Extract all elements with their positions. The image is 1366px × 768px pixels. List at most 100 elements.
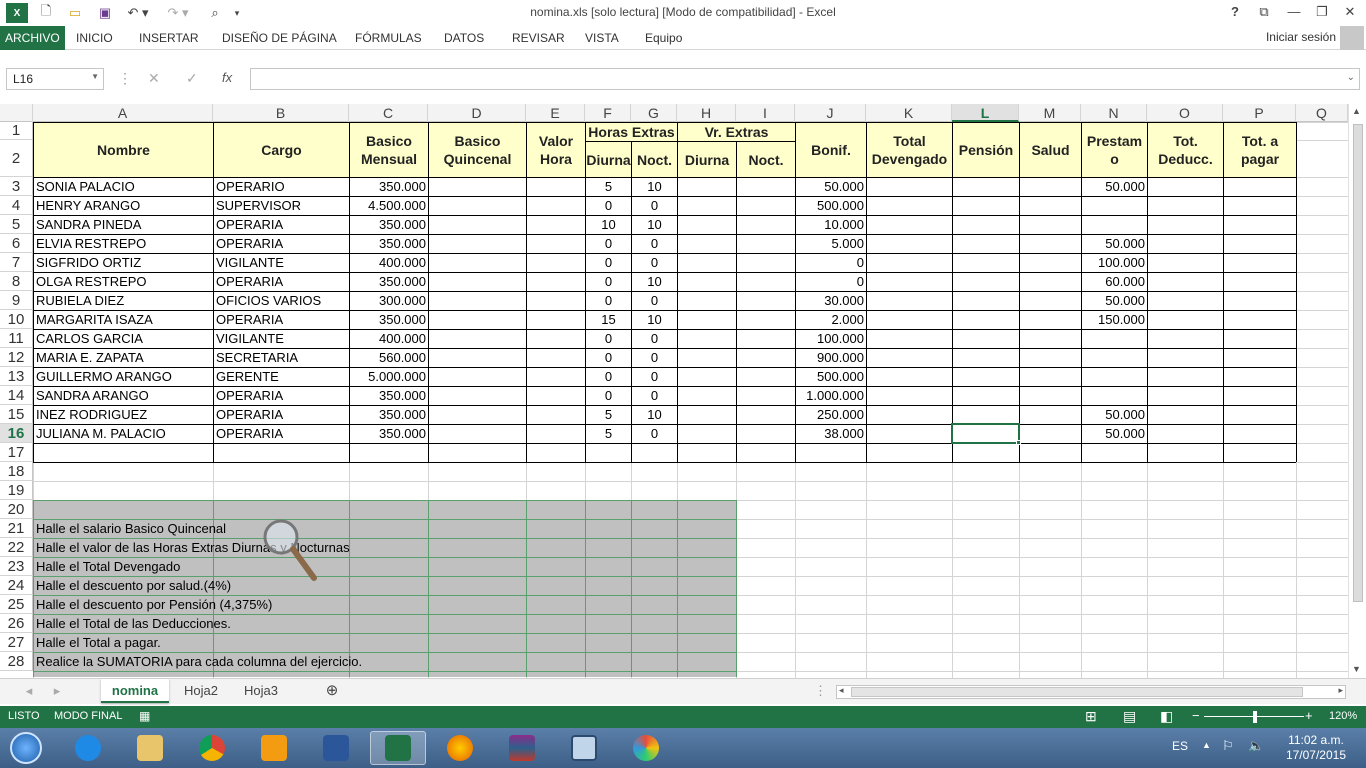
excel-icon[interactable]	[370, 731, 426, 765]
row-header-26[interactable]: 26	[0, 614, 33, 633]
row-header-14[interactable]: 14	[0, 386, 33, 405]
minimize-icon[interactable]: —	[1280, 2, 1308, 22]
column-header-i[interactable]: I	[736, 104, 795, 122]
cell-cargo[interactable]: OPERARIA	[214, 387, 349, 405]
cell-prestamo[interactable]: 50.000	[1082, 425, 1147, 443]
print-preview-icon[interactable]: ⌕	[204, 3, 226, 23]
cell-bonif[interactable]: 100.000	[796, 330, 866, 348]
insert-function-icon[interactable]: fx	[222, 70, 232, 85]
save-icon[interactable]: ▣	[94, 3, 116, 23]
cell-noct[interactable]: 0	[632, 292, 677, 310]
cell-basico[interactable]: 350.000	[350, 273, 428, 291]
prev-sheet-icon[interactable]: ◂	[22, 679, 36, 703]
cell-cargo[interactable]: OPERARIA	[214, 311, 349, 329]
cell-bonif[interactable]: 0	[796, 254, 866, 272]
column-header-n[interactable]: N	[1081, 104, 1147, 122]
tab-archivo[interactable]: ARCHIVO	[0, 26, 65, 50]
cell-diurna[interactable]: 5	[586, 178, 631, 196]
column-header-c[interactable]: C	[349, 104, 428, 122]
row-header-3[interactable]: 3	[0, 177, 33, 196]
signin-link[interactable]: Iniciar sesión	[1266, 30, 1336, 44]
cell-nombre[interactable]: RUBIELA DIEZ	[34, 292, 213, 310]
row-header-19[interactable]: 19	[0, 481, 33, 500]
cell-basico[interactable]: 350.000	[350, 425, 428, 443]
cell-cargo[interactable]: OPERARIA	[214, 216, 349, 234]
cell-basico[interactable]: 350.000	[350, 406, 428, 424]
cell-nombre[interactable]: MARGARITA ISAZA	[34, 311, 213, 329]
row-header-20[interactable]: 20	[0, 500, 33, 519]
column-header-b[interactable]: B	[213, 104, 349, 122]
row-header-27[interactable]: 27	[0, 633, 33, 652]
add-sheet-icon[interactable]: ⊕	[322, 679, 342, 703]
row-header-22[interactable]: 22	[0, 538, 33, 557]
cell-bonif[interactable]: 50.000	[796, 178, 866, 196]
scroll-thumb[interactable]	[851, 687, 1303, 697]
cell-noct[interactable]: 0	[632, 349, 677, 367]
selected-cell-l16[interactable]	[951, 423, 1020, 444]
cell-basico[interactable]: 5.000.000	[350, 368, 428, 386]
media-player-icon[interactable]	[246, 731, 302, 765]
next-sheet-icon[interactable]: ▸	[50, 679, 64, 703]
language-indicator[interactable]: ES	[1172, 739, 1188, 753]
expand-formula-icon[interactable]: ⌄	[1347, 72, 1355, 83]
column-header-e[interactable]: E	[526, 104, 585, 122]
customize-toolbar-icon[interactable]: ▾	[230, 3, 244, 23]
cell-basico[interactable]: 350.000	[350, 178, 428, 196]
macro-record-icon[interactable]: ▦	[139, 709, 150, 723]
cell-prestamo[interactable]	[1082, 349, 1147, 367]
row-header-16[interactable]: 16	[0, 424, 33, 443]
column-header-o[interactable]: O	[1147, 104, 1223, 122]
cell-basico[interactable]: 350.000	[350, 235, 428, 253]
cell-cargo[interactable]: GERENTE	[214, 368, 349, 386]
cell-noct[interactable]: 0	[632, 425, 677, 443]
cell-basico[interactable]: 350.000	[350, 387, 428, 405]
clock[interactable]: 11:02 a.m. 17/07/2015	[1286, 733, 1346, 763]
tab-formulas[interactable]: FÓRMULAS	[355, 26, 422, 50]
remote-desktop-icon[interactable]	[556, 731, 612, 765]
tab-nomina[interactable]: nomina	[101, 679, 169, 703]
cell-noct[interactable]: 0	[632, 330, 677, 348]
page-layout-icon[interactable]: ▤	[1123, 708, 1136, 725]
enter-icon[interactable]: ✓	[186, 70, 198, 87]
cell-bonif[interactable]: 38.000	[796, 425, 866, 443]
row-header-21[interactable]: 21	[0, 519, 33, 538]
column-header-q[interactable]: Q	[1296, 104, 1348, 122]
cell-prestamo[interactable]: 150.000	[1082, 311, 1147, 329]
column-header-h[interactable]: H	[677, 104, 736, 122]
tab-hoja3[interactable]: Hoja3	[232, 679, 290, 703]
firefox-icon[interactable]	[432, 731, 488, 765]
cell-basico[interactable]: 400.000	[350, 330, 428, 348]
row-header-12[interactable]: 12	[0, 348, 33, 367]
cell-basico[interactable]: 560.000	[350, 349, 428, 367]
cell-noct[interactable]: 10	[632, 178, 677, 196]
cell-cargo[interactable]: OPERARIA	[214, 406, 349, 424]
undo-icon[interactable]: ↶ ▾	[124, 3, 152, 23]
row-header-24[interactable]: 24	[0, 576, 33, 595]
scroll-thumb[interactable]	[1353, 124, 1363, 602]
close-icon[interactable]: ✕	[1336, 2, 1364, 22]
start-button[interactable]	[0, 731, 52, 765]
fill-handle[interactable]	[1016, 440, 1021, 445]
avatar[interactable]	[1340, 26, 1364, 50]
row-header-10[interactable]: 10	[0, 310, 33, 329]
column-header-g[interactable]: G	[631, 104, 677, 122]
cell-diurna[interactable]: 5	[586, 425, 631, 443]
ie-icon[interactable]	[60, 731, 116, 765]
cell-nombre[interactable]: HENRY ARANGO	[34, 197, 213, 215]
help-button[interactable]: ?	[1221, 2, 1249, 22]
row-header-5[interactable]: 5	[0, 215, 33, 234]
cell-nombre[interactable]: SANDRA ARANGO	[34, 387, 213, 405]
cell-diurna[interactable]: 0	[586, 368, 631, 386]
cell-bonif[interactable]: 2.000	[796, 311, 866, 329]
row-header-2[interactable]: 2	[0, 140, 33, 177]
cell-nombre[interactable]: SANDRA PINEDA	[34, 216, 213, 234]
cell-prestamo[interactable]	[1082, 387, 1147, 405]
horizontal-scrollbar[interactable]: ◂ ▸	[836, 685, 1346, 699]
cell-diurna[interactable]: 0	[586, 197, 631, 215]
cell-diurna[interactable]: 10	[586, 216, 631, 234]
cell-bonif[interactable]: 500.000	[796, 197, 866, 215]
cell-noct[interactable]: 0	[632, 368, 677, 386]
row-header-4[interactable]: 4	[0, 196, 33, 215]
row-header-9[interactable]: 9	[0, 291, 33, 310]
vertical-scrollbar[interactable]: ▲ ▼	[1348, 104, 1366, 678]
